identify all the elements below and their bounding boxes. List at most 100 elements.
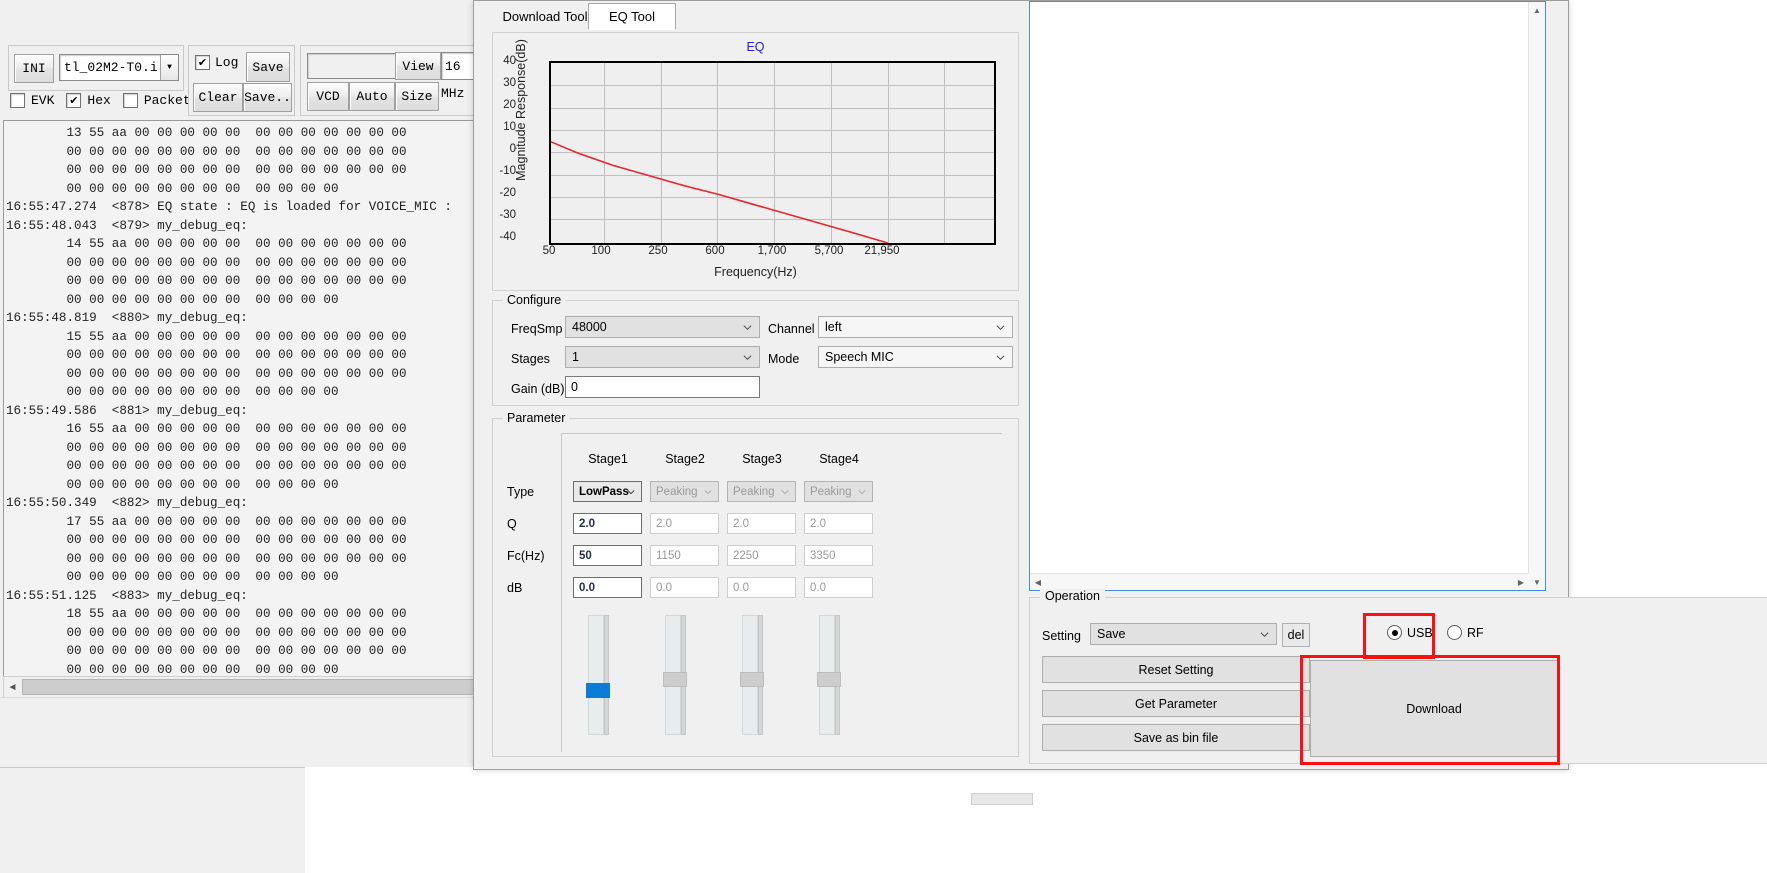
slider-groove — [588, 615, 604, 735]
transport-rf-radio[interactable]: RF — [1447, 625, 1484, 640]
save-as-bin-button[interactable]: Save as bin file — [1042, 724, 1310, 751]
freqsmp-value: 48000 — [572, 320, 607, 334]
y-tick: -30 — [476, 209, 516, 221]
scroll-down-icon[interactable]: ▼ — [1529, 574, 1545, 590]
type-value-stage1: LowPass — [579, 486, 629, 498]
y-tick: 10 — [476, 121, 516, 133]
saveas-log-button[interactable]: Save.. — [243, 83, 292, 112]
type-value-stage3: Peaking — [733, 486, 775, 498]
dialog-bottom-hint — [971, 793, 1033, 805]
x-tick: 5,700 — [799, 245, 859, 257]
row-label-type: Type — [507, 485, 534, 499]
log-text: 13 55 aa 00 00 00 00 00 00 00 00 00 00 0… — [4, 121, 479, 677]
scroll-left-icon[interactable]: ◄ — [4, 677, 21, 697]
gain-slider-stage2[interactable] — [665, 615, 700, 733]
x-tick: 21,950 — [852, 245, 912, 257]
fc-input-stage2[interactable]: 1150 — [650, 545, 719, 566]
delete-setting-button[interactable]: del — [1282, 623, 1310, 647]
mode-select[interactable]: Speech MIC — [818, 346, 1013, 368]
chevron-down-icon — [996, 353, 1005, 362]
parameter-group-label: Parameter — [503, 411, 569, 425]
db-input-stage1[interactable]: 0.0 — [573, 577, 642, 598]
gain-input[interactable]: 0 — [565, 376, 760, 398]
evk-label: EVK — [31, 93, 54, 108]
ini-file-combo[interactable]: tl_02M2-T0.i ▼ — [59, 54, 179, 81]
ini-group: INI tl_02M2-T0.i ▼ — [8, 45, 184, 91]
scroll-left-icon[interactable]: ◀ — [1030, 574, 1046, 590]
log-toggle[interactable]: ✔ Log — [195, 55, 238, 70]
db-input-stage3[interactable]: 0.0 — [727, 577, 796, 598]
channel-label: Channel — [768, 322, 815, 336]
freq-input[interactable] — [307, 53, 398, 79]
page-white-strip — [305, 767, 1767, 872]
gain-slider-stage4[interactable] — [819, 615, 854, 733]
row-label-db: dB — [507, 581, 522, 595]
db-input-stage4[interactable]: 0.0 — [804, 577, 873, 598]
setting-select[interactable]: Save — [1090, 623, 1277, 645]
gain-slider-stage1[interactable] — [588, 615, 623, 733]
y-tick: 20 — [476, 99, 516, 111]
x-tick: 600 — [685, 245, 745, 257]
slider-thumb[interactable] — [817, 672, 841, 687]
type-select-stage4[interactable]: Peaking — [804, 481, 873, 502]
chevron-down-icon — [996, 323, 1005, 332]
vcd-button[interactable]: VCD — [307, 82, 349, 111]
db-input-stage2[interactable]: 0.0 — [650, 577, 719, 598]
view-button[interactable]: View — [395, 52, 441, 80]
tab-eq-tool[interactable]: EQ Tool — [588, 3, 676, 30]
type-select-stage3[interactable]: Peaking — [727, 481, 796, 502]
x-tick: 1,700 — [742, 245, 802, 257]
channel-select[interactable]: left — [818, 316, 1013, 338]
freqsmp-label: FreqSmp — [511, 322, 562, 336]
chevron-down-icon[interactable]: ▼ — [160, 55, 178, 80]
fc-input-stage1[interactable]: 50 — [573, 545, 642, 566]
evk-checkbox[interactable] — [10, 93, 25, 108]
slider-thumb[interactable] — [663, 672, 687, 687]
q-input-stage3[interactable]: 2.0 — [727, 513, 796, 534]
view-group: View 16 VCD Auto Size MHz — [300, 45, 502, 116]
y-tick: 30 — [476, 77, 516, 89]
save-log-button[interactable]: Save — [246, 52, 290, 82]
row-label-fc: Fc(Hz) — [507, 549, 545, 563]
radio-icon — [1447, 625, 1462, 640]
mode-label: Mode — [768, 352, 799, 366]
freqsmp-select[interactable]: 48000 — [565, 316, 760, 338]
type-value-stage4: Peaking — [810, 486, 852, 498]
setting-value: Save — [1097, 627, 1126, 641]
reset-setting-button[interactable]: Reset Setting — [1042, 656, 1310, 683]
packet-checkbox[interactable] — [123, 93, 138, 108]
q-input-stage4[interactable]: 2.0 — [804, 513, 873, 534]
log-group: ✔ Log Save Clear Save.. — [188, 45, 295, 116]
fc-input-stage3[interactable]: 2250 — [727, 545, 796, 566]
get-parameter-button[interactable]: Get Parameter — [1042, 690, 1310, 717]
chevron-down-icon — [743, 353, 752, 362]
type-select-stage1[interactable]: LowPass — [573, 481, 642, 502]
log-horizontal-scrollbar[interactable]: ◄ — [3, 676, 480, 698]
q-input-stage1[interactable]: 2.0 — [573, 513, 642, 534]
y-tick: -20 — [476, 187, 516, 199]
log-output-area[interactable]: 13 55 aa 00 00 00 00 00 00 00 00 00 00 0… — [3, 120, 480, 677]
slider-thumb[interactable] — [740, 672, 764, 687]
scroll-right-icon[interactable]: ▶ — [1513, 574, 1529, 590]
output-horizontal-scrollbar[interactable]: ◀ ▶ — [1030, 573, 1529, 590]
log-checkbox[interactable]: ✔ — [195, 55, 210, 70]
stages-select[interactable]: 1 — [565, 346, 760, 368]
output-vertical-scrollbar[interactable]: ▲ ▼ — [1528, 2, 1545, 590]
type-select-stage2[interactable]: Peaking — [650, 481, 719, 502]
hex-checkbox[interactable]: ✔ — [66, 93, 81, 108]
auto-button[interactable]: Auto — [349, 82, 395, 111]
mode-value: Speech MIC — [825, 350, 894, 364]
size-button[interactable]: Size — [395, 82, 439, 111]
eq-response-curve — [551, 63, 994, 243]
fc-input-stage4[interactable]: 3350 — [804, 545, 873, 566]
clear-log-button[interactable]: Clear — [193, 83, 243, 112]
output-console-panel[interactable]: ▲ ▼ ◀ ▶ — [1029, 1, 1546, 591]
q-input-stage2[interactable]: 2.0 — [650, 513, 719, 534]
setting-label: Setting — [1042, 629, 1081, 643]
gain-slider-stage3[interactable] — [742, 615, 777, 733]
operation-group-label: Operation — [1040, 589, 1105, 603]
ini-button[interactable]: INI — [14, 54, 54, 83]
slider-thumb[interactable] — [586, 683, 610, 698]
scroll-thumb[interactable] — [22, 679, 478, 695]
scroll-up-icon[interactable]: ▲ — [1529, 2, 1545, 18]
